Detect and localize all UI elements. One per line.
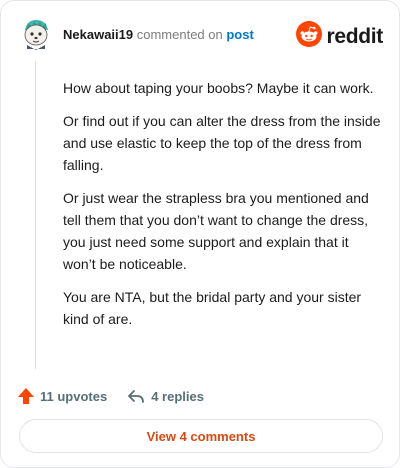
thread-line	[35, 61, 36, 369]
commented-on-text: commented on	[136, 27, 223, 42]
user-avatar[interactable]	[19, 17, 53, 51]
reply-arrow-icon	[127, 387, 145, 405]
upvotes-count: 11 upvotes	[40, 388, 108, 404]
reddit-wordmark: reddit	[326, 24, 383, 48]
comment-paragraph: Or find out if you can alter the dress f…	[63, 113, 381, 173]
reddit-logo[interactable]: reddit	[296, 21, 383, 52]
comment-body: How about taping your boobs? Maybe it ca…	[63, 77, 381, 341]
upvote-arrow-icon	[17, 387, 35, 405]
comment-header: Nekawaii19 commented on post	[63, 27, 254, 43]
replies-button[interactable]: 4 replies	[127, 387, 204, 405]
comment-paragraph: Or just wear the strapless bra you menti…	[63, 190, 369, 272]
comment-actions: 11 upvotes 4 replies	[17, 387, 204, 405]
reddit-snoo-icon	[296, 21, 323, 52]
upvote-button[interactable]: 11 upvotes	[17, 387, 107, 405]
comment-card: Nekawaii19 commented on post reddit How …	[0, 0, 400, 468]
replies-count: 4 replies	[151, 388, 204, 404]
comment-paragraph: You are NTA, but the bridal party and yo…	[63, 289, 362, 327]
view-comments-button[interactable]: View 4 comments	[19, 419, 383, 453]
username[interactable]: Nekawaii19	[63, 27, 133, 42]
comment-paragraph: How about taping your boobs? Maybe it ca…	[63, 80, 374, 96]
post-link[interactable]: post	[226, 27, 253, 42]
